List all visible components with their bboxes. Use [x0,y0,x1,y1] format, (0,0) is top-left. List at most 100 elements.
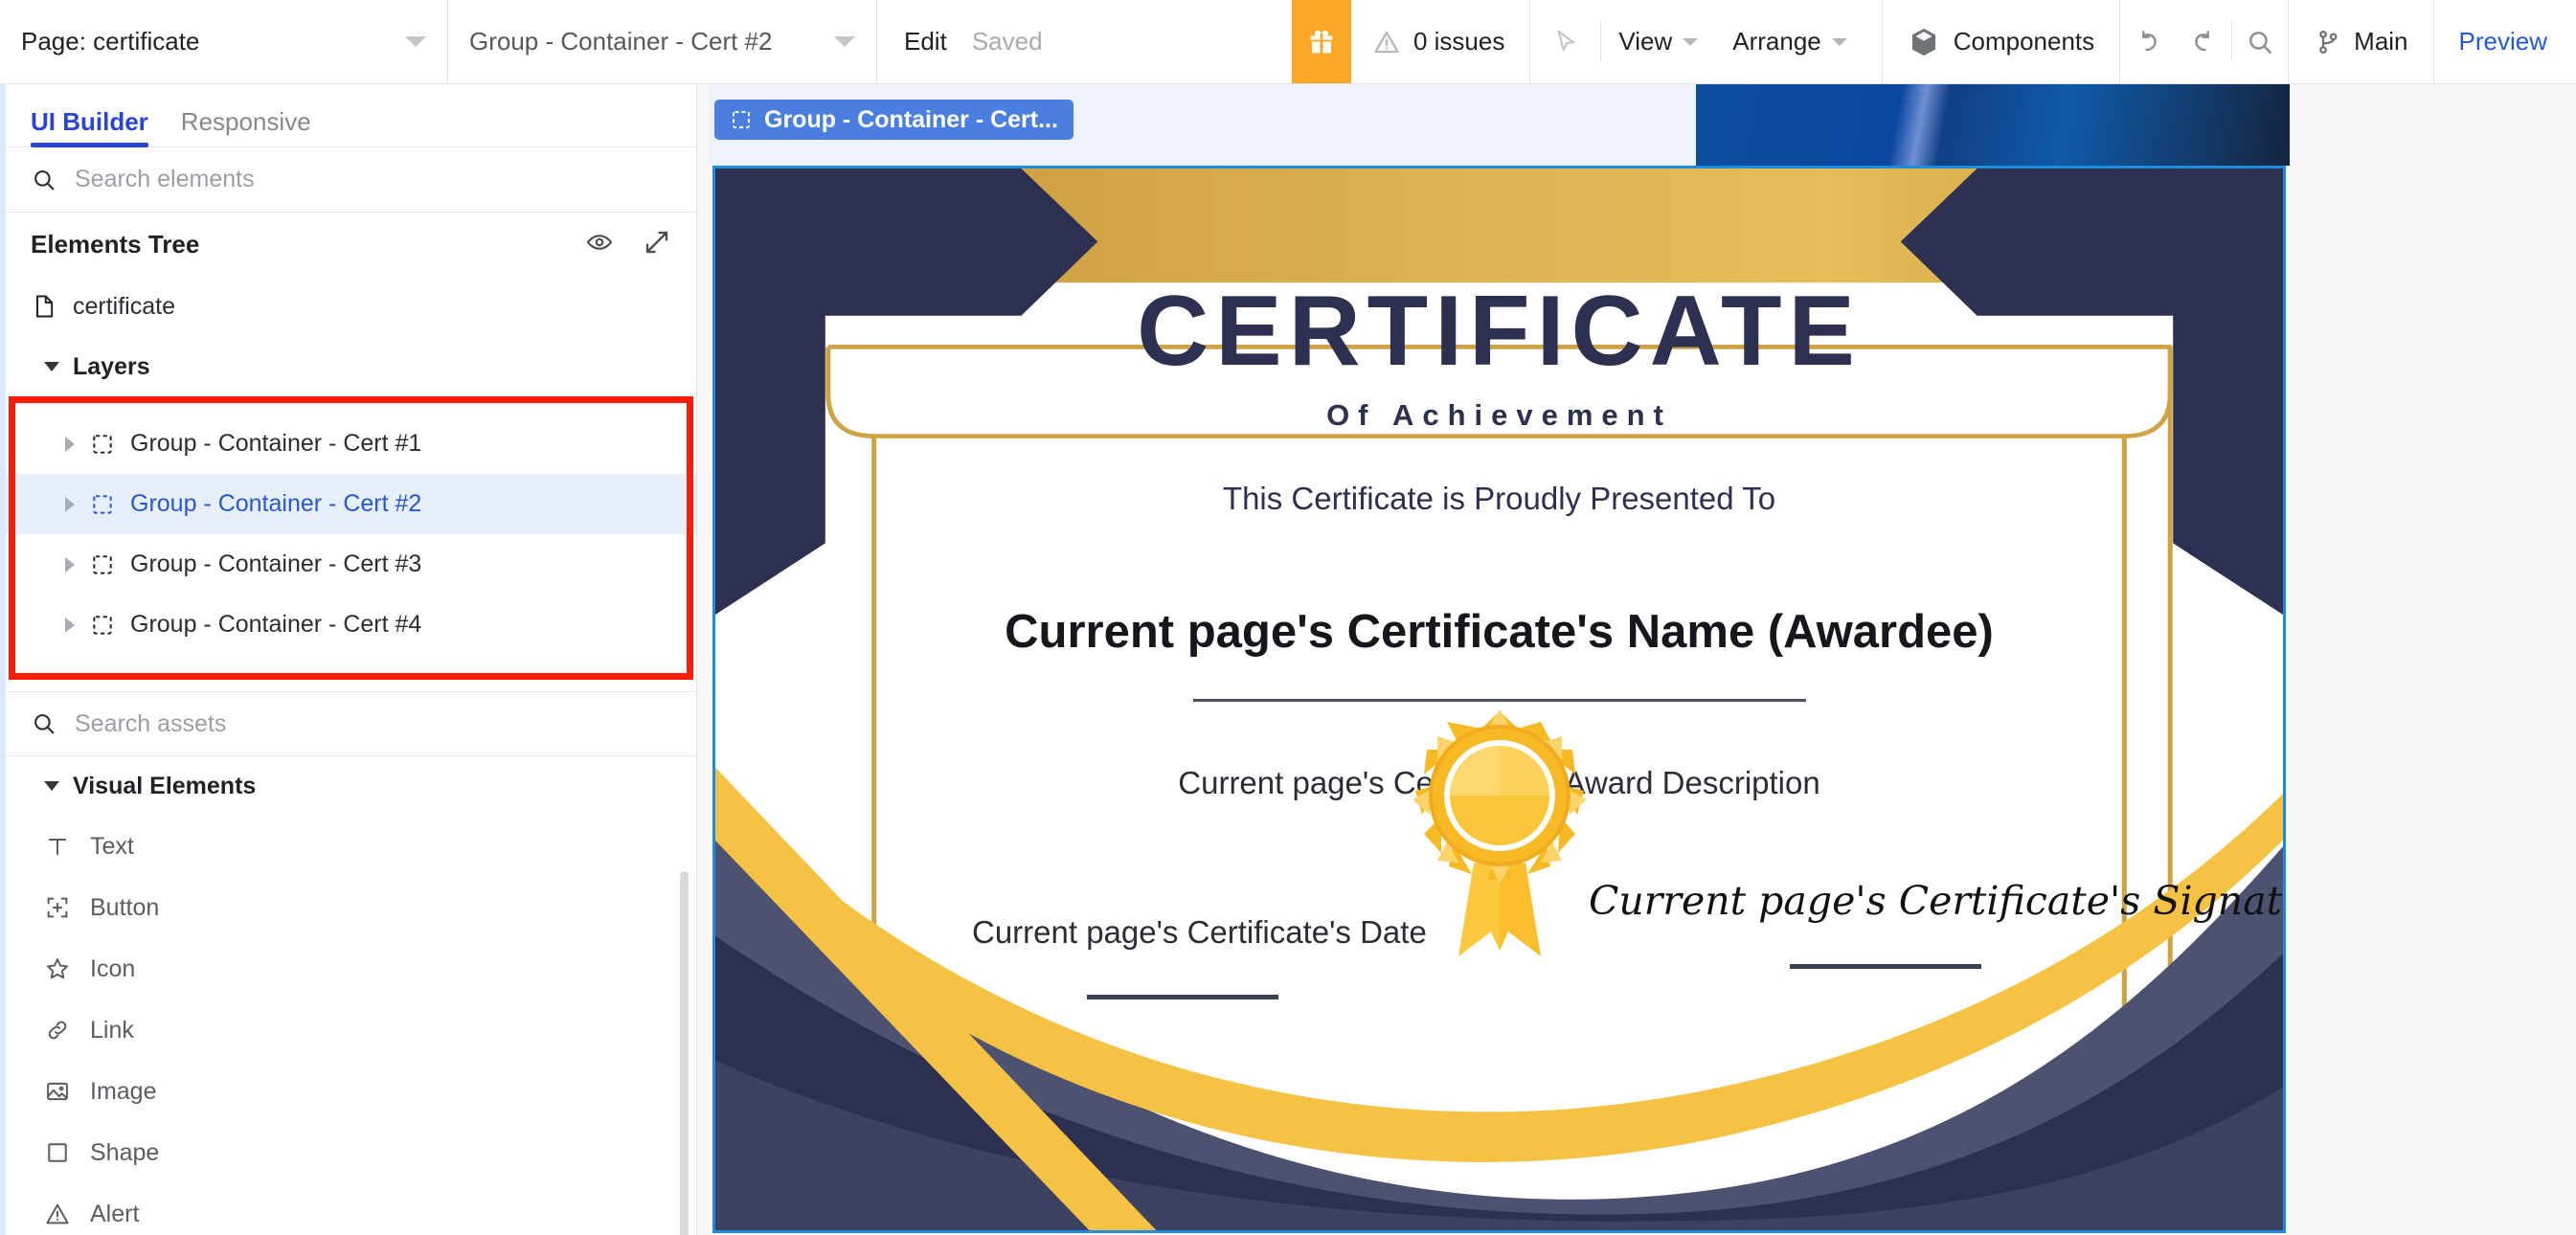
branch-label: Main [2354,27,2408,56]
certificate-signature-block: Current page's Certificate's Signature o… [1589,878,2283,969]
palette-item-label: Alert [90,1200,140,1227]
element-select-label: Group - Container - Cert #2 [469,27,773,56]
search-assets-input[interactable]: Search assets [6,691,696,756]
layers-list: Group - Container - Cert #1 Group - Cont… [6,396,696,680]
layer-label: Group - Container - Cert #1 [130,430,422,457]
selection-chip[interactable]: Group - Container - Cert... [714,100,1073,140]
group-dashed-icon [93,494,112,514]
tab-ui-builder[interactable]: UI Builder [31,107,148,147]
redo-icon[interactable] [2176,0,2231,83]
elements-tree-header: Elements Tree [6,213,696,276]
palette-item-text[interactable]: Text [6,816,696,877]
palette-item-label: Text [90,832,134,860]
chevron-down-icon [44,781,59,791]
view-menu[interactable]: View [1601,0,1715,83]
page-select-label: Page: certificate [21,27,200,56]
chevron-right-icon[interactable] [65,496,75,512]
element-select[interactable]: Group - Container - Cert #2 [448,0,877,83]
save-status-label: Saved [971,27,1043,56]
design-canvas[interactable]: Group - Container - Cert... CERTIFICATE … [697,84,2576,1235]
tree-node-certificate[interactable]: certificate [6,276,696,337]
canvas-inner: Group - Container - Cert... CERTIFICATE … [709,84,2290,1235]
arrange-menu[interactable]: Arrange [1715,0,1864,83]
chevron-down-icon [1831,37,1847,46]
tab-responsive[interactable]: Responsive [181,107,311,146]
search-elements-input[interactable]: Search elements [6,147,696,213]
star-icon [47,958,68,979]
components-button[interactable]: Components [1881,0,2121,83]
award-rosette-icon [1399,700,1600,958]
expand-diagonal-icon[interactable] [643,228,671,261]
certificate-awardee-name[interactable]: Current page's Certificate's Name (Award… [1005,605,1994,659]
layer-label: Group - Container - Cert #3 [130,550,422,577]
layer-row-cert-2[interactable]: Group - Container - Cert #2 [6,474,696,534]
top-toolbar: Page: certificate Group - Container - Ce… [0,0,2576,84]
search-icon [34,169,55,190]
components-label: Components [1953,27,2095,56]
blue-banner-decoration [1696,84,2290,166]
issues-label: 0 issues [1412,27,1505,56]
layers-spacer-bottom [6,655,696,680]
group-dashed-icon [733,111,750,128]
chevron-down-icon [1683,37,1699,46]
certificate-title: CERTIFICATE [1137,276,1862,387]
cube-icon [1911,28,1935,56]
layers-spacer-top [6,396,696,414]
layers-group-header[interactable]: Layers [6,337,696,396]
main-body: UI Builder Responsive Search elements El… [0,84,2576,1235]
palette-item-label: Image [90,1077,157,1105]
edit-mode-button[interactable]: Edit [904,27,947,56]
chevron-right-icon[interactable] [65,436,75,452]
issues-button[interactable]: 0 issues [1351,0,1529,83]
visual-elements-label: Visual Elements [73,772,257,799]
date-signature-line [1087,995,1278,999]
search-icon [34,714,55,734]
palette-item-icon[interactable]: Icon [6,938,696,999]
branch-button[interactable]: Main [2288,0,2432,83]
visual-elements-header[interactable]: Visual Elements [6,756,696,816]
certificate-date-label[interactable]: Current page's Certificate's Date [972,914,1427,951]
alert-triangle-icon [46,1203,69,1224]
chevron-right-icon[interactable] [65,617,75,633]
palette-item-shape[interactable]: Shape [6,1122,696,1183]
certificate-group-cert-2[interactable]: CERTIFICATE Of Achievement This Certific… [712,166,2286,1233]
palette-item-label: Link [90,1016,134,1044]
palette-item-image[interactable]: Image [6,1061,696,1122]
undo-icon[interactable] [2120,0,2176,83]
layer-label: Group - Container - Cert #2 [130,490,422,517]
link-chain-icon [48,1021,67,1040]
search-icon[interactable] [2232,0,2288,83]
page-select[interactable]: Page: certificate [0,0,448,83]
certificate-signature-label[interactable]: Current page's Certificate's Signature o… [1589,878,2283,924]
arrange-menu-label: Arrange [1732,27,1821,56]
layer-row-cert-3[interactable]: Group - Container - Cert #3 [6,534,696,595]
signer-signature-line [1790,964,1981,969]
layers-group-label: Layers [73,352,150,380]
gift-icon[interactable] [1291,0,1351,83]
palette-item-button[interactable]: Button [6,877,696,938]
tree-node-label: certificate [73,292,175,320]
elements-tree-title: Elements Tree [31,229,200,258]
eye-icon[interactable] [585,228,614,261]
edit-status-group: Edit Saved [877,0,1070,83]
app-root: Page: certificate Group - Container - Ce… [0,0,2576,1235]
palette-item-label: Icon [90,954,136,982]
palette-item-label: Shape [90,1138,160,1166]
preview-button[interactable]: Preview [2432,0,2576,83]
certificate-date-block: Current page's Certificate's Date [972,914,1427,999]
layer-row-cert-1[interactable]: Group - Container - Cert #1 [6,414,696,474]
page-file-icon [36,295,54,318]
layer-row-cert-4[interactable]: Group - Container - Cert #4 [6,595,696,655]
palette-item-alert[interactable]: Alert [6,1183,696,1235]
cursor-arrow-icon[interactable] [1529,0,1600,83]
left-sidebar: UI Builder Responsive Search elements El… [6,84,697,1235]
branch-icon [2319,30,2338,54]
image-icon [47,1082,68,1101]
chevron-down-icon [44,362,59,371]
sidebar-scrollbar[interactable] [680,871,689,1235]
elements-tree-actions [585,228,671,261]
search-assets-placeholder: Search assets [75,709,227,737]
chevron-right-icon[interactable] [65,556,75,573]
palette-item-link[interactable]: Link [6,999,696,1061]
warning-triangle-icon [1374,31,1399,53]
